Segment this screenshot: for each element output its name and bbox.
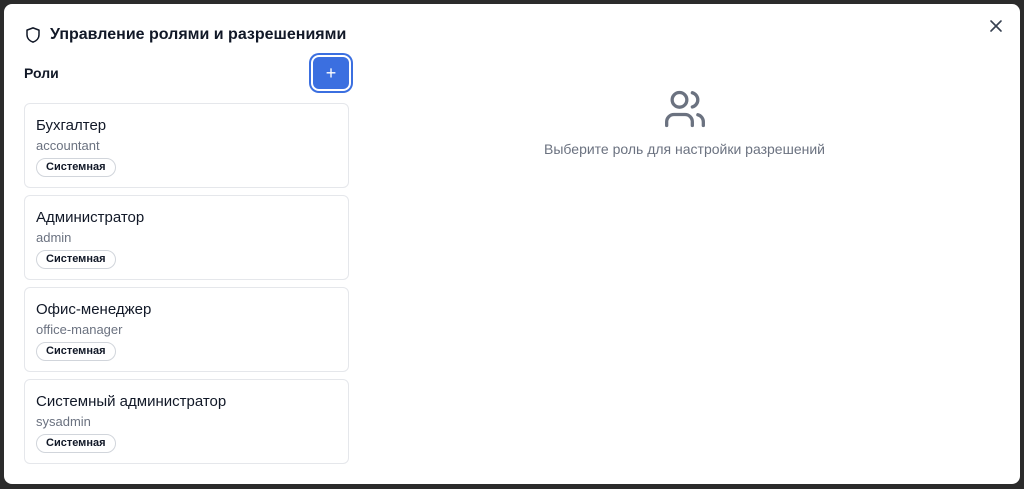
role-title: Офис-менеджер — [36, 301, 152, 318]
system-badge: Системная — [36, 158, 116, 177]
role-slug: accountant — [36, 138, 100, 153]
role-title: Администратор — [36, 209, 145, 226]
role-slug: sysadmin — [36, 414, 91, 429]
role-card-sysadmin[interactable]: Системный администратор sysadmin Системн… — [24, 379, 349, 464]
dialog-title: Управление ролями и разрешениями — [50, 26, 347, 43]
close-icon — [990, 20, 1002, 32]
role-slug: office-manager — [36, 322, 123, 337]
close-button[interactable] — [986, 16, 1006, 36]
role-title: Бухгалтер — [36, 117, 107, 134]
empty-state: Выберите роль для настройки разрешений — [349, 87, 1020, 157]
dialog-header: Управление ролями и разрешениями — [24, 24, 346, 46]
plus-icon: + — [325, 62, 337, 83]
empty-state-text: Выберите роль для настройки разрешений — [544, 141, 825, 157]
role-list: Бухгалтер accountant Системная Администр… — [24, 103, 349, 471]
system-badge: Системная — [36, 250, 116, 269]
users-icon — [664, 90, 705, 128]
role-card-admin[interactable]: Администратор admin Системная — [24, 195, 349, 280]
roles-permissions-dialog: Управление ролями и разрешениями Роли + … — [4, 4, 1020, 484]
system-badge: Системная — [36, 342, 116, 361]
role-card-office-manager[interactable]: Офис-менеджер office-manager Системная — [24, 287, 349, 372]
add-role-button[interactable]: + — [313, 57, 349, 89]
system-badge: Системная — [36, 434, 116, 453]
role-slug: admin — [36, 230, 72, 245]
role-card-accountant[interactable]: Бухгалтер accountant Системная — [24, 103, 349, 188]
roles-heading: Роли — [24, 65, 59, 81]
role-title: Системный администратор — [36, 393, 227, 410]
shield-icon — [26, 27, 40, 43]
